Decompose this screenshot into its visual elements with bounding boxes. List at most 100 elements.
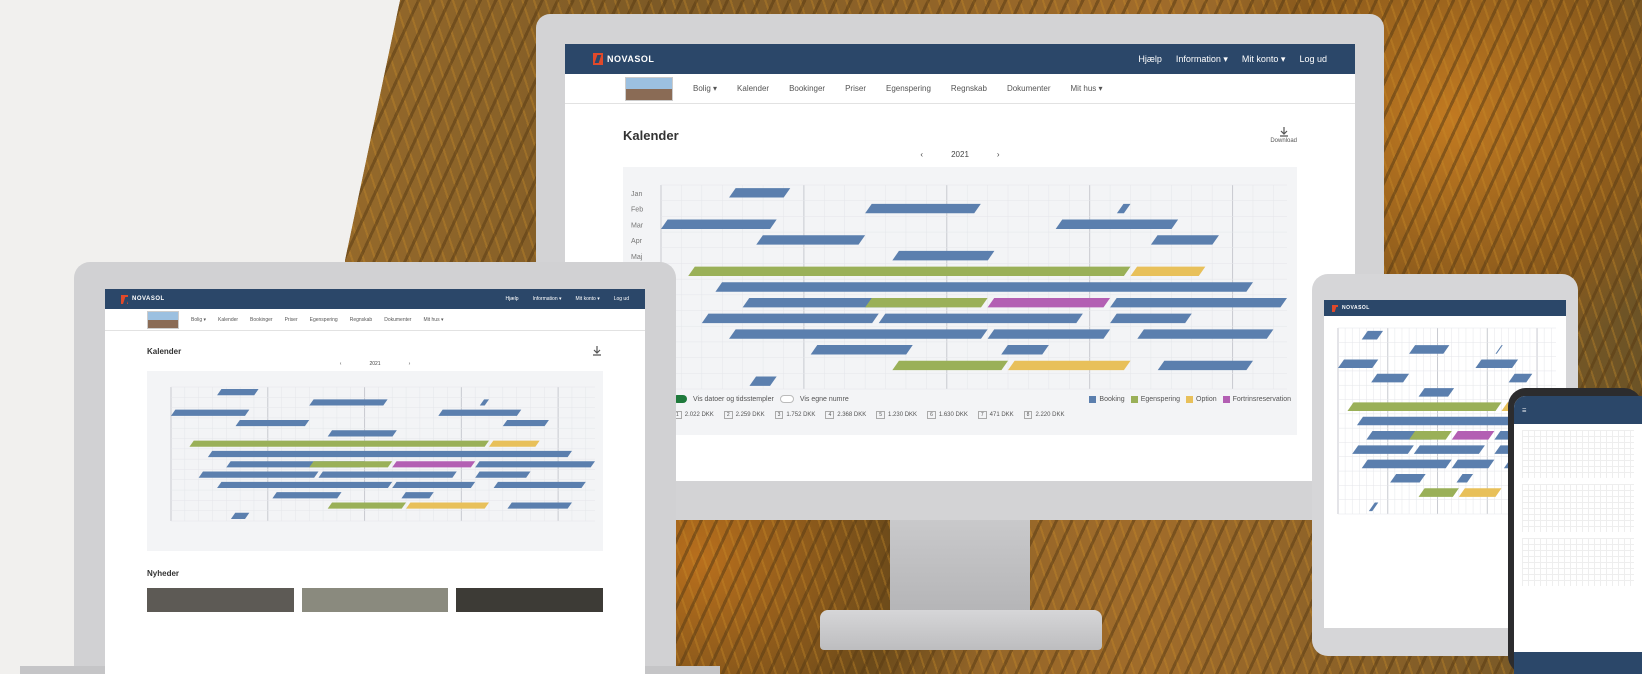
account-menu[interactable]: Mit konto ▾: [576, 296, 600, 302]
booking-bar-booking[interactable]: [318, 471, 457, 478]
booking-bar-booking[interactable]: [392, 481, 476, 489]
prev-year-button[interactable]: ‹: [340, 361, 342, 367]
nav-egenspering[interactable]: Egenspering: [310, 317, 338, 323]
logout-link[interactable]: Log ud: [614, 296, 629, 302]
news-image[interactable]: [147, 588, 294, 612]
tablet-brand-logo[interactable]: NOVASOL: [1332, 304, 1370, 312]
booking-bar-booking[interactable]: [749, 376, 777, 386]
brand-logo[interactable]: NOVASOL: [593, 53, 654, 65]
booking-bar-booking[interactable]: [230, 512, 250, 519]
booking-bar-booking[interactable]: [1001, 345, 1049, 355]
help-link[interactable]: Hjælp: [506, 296, 519, 302]
booking-bar-booking[interactable]: [327, 430, 397, 437]
next-year-button[interactable]: ›: [997, 150, 1000, 159]
booking-bar-booking[interactable]: [715, 282, 1253, 292]
nav-mit-hus[interactable]: Mit hus ▾: [423, 317, 443, 323]
nav-bookinger[interactable]: Bookinger: [789, 84, 825, 93]
booking-bar-option[interactable]: [1130, 266, 1206, 277]
booking-bar-egen[interactable]: [892, 360, 1009, 371]
booking-bar-booking[interactable]: [661, 219, 777, 229]
nav-dokumenter[interactable]: Dokumenter: [1007, 84, 1051, 93]
booking-bar-booking[interactable]: [1390, 473, 1426, 483]
booking-bar-booking[interactable]: [401, 492, 434, 499]
booking-bar-fortrin[interactable]: [392, 461, 476, 468]
booking-bar-egen[interactable]: [309, 461, 393, 468]
booking-bar-booking[interactable]: [217, 389, 259, 396]
booking-bar-fortrin[interactable]: [987, 297, 1111, 308]
booking-bar-booking[interactable]: [1409, 345, 1450, 354]
booking-bar-booking[interactable]: [207, 450, 572, 458]
booking-bar-booking[interactable]: [272, 492, 342, 499]
booking-bar-option[interactable]: [489, 440, 540, 447]
booking-bar-booking[interactable]: [878, 313, 1083, 324]
information-menu[interactable]: Information ▾: [1176, 54, 1228, 65]
booking-bar-egen[interactable]: [327, 502, 407, 509]
booking-bar-booking[interactable]: [438, 409, 522, 416]
booking-bar-booking[interactable]: [198, 471, 319, 478]
booking-bar-booking[interactable]: [235, 419, 310, 427]
download-button[interactable]: Download: [1270, 126, 1297, 144]
booking-bar-booking[interactable]: [1371, 373, 1410, 383]
booking-bar-egen[interactable]: [1347, 402, 1502, 411]
booking-bar-option[interactable]: [1008, 360, 1131, 371]
booking-bar-booking[interactable]: [1110, 297, 1287, 308]
property-selector[interactable]: Bolig ▾: [693, 84, 717, 93]
booking-bar-egen[interactable]: [189, 440, 489, 447]
nav-dokumenter[interactable]: Dokumenter: [384, 317, 411, 323]
booking-bar-booking[interactable]: [1475, 359, 1519, 369]
booking-bar-booking[interactable]: [1110, 313, 1192, 324]
booking-bar-booking[interactable]: [479, 399, 489, 406]
nav-regnskab[interactable]: Regnskab: [951, 84, 987, 93]
booking-bar-booking[interactable]: [701, 313, 879, 324]
booking-bar-booking[interactable]: [493, 481, 586, 489]
booking-bar-booking[interactable]: [892, 250, 995, 261]
download-button[interactable]: [591, 345, 603, 357]
booking-bar-egen[interactable]: [1418, 488, 1459, 497]
booking-bar-booking[interactable]: [475, 471, 531, 478]
booking-bar-booking[interactable]: [1451, 459, 1495, 469]
booking-bar-booking[interactable]: [729, 188, 791, 198]
booking-bar-booking[interactable]: [1338, 359, 1379, 369]
booking-bar-option[interactable]: [406, 502, 489, 509]
account-menu[interactable]: Mit konto ▾: [1242, 54, 1286, 65]
booking-bar-booking[interactable]: [987, 329, 1111, 339]
booking-bar-fortrin[interactable]: [1451, 431, 1495, 440]
news-image[interactable]: [456, 588, 604, 612]
booking-bar-booking[interactable]: [1150, 235, 1219, 245]
booking-bar-booking[interactable]: [1418, 388, 1455, 397]
booking-bar-booking[interactable]: [865, 203, 981, 214]
booking-bar-booking[interactable]: [1352, 445, 1414, 454]
booking-bar-egen[interactable]: [688, 266, 1131, 277]
information-menu[interactable]: Information ▾: [533, 296, 562, 302]
booking-bar-booking[interactable]: [475, 461, 595, 468]
booking-bar-booking[interactable]: [1137, 329, 1274, 339]
booking-bar-booking[interactable]: [309, 399, 388, 406]
nav-regnskab[interactable]: Regnskab: [350, 317, 373, 323]
nav-kalender[interactable]: Kalender: [737, 84, 769, 93]
booking-bar-booking[interactable]: [1361, 330, 1384, 340]
booking-bar-booking[interactable]: [810, 345, 913, 355]
booking-bar-booking[interactable]: [1508, 373, 1533, 383]
booking-bar-booking[interactable]: [756, 235, 866, 245]
show-numbers-toggle[interactable]: [779, 395, 794, 403]
nav-priser[interactable]: Priser: [285, 317, 298, 323]
nav-bookinger[interactable]: Bookinger: [250, 317, 273, 323]
booking-bar-booking[interactable]: [729, 329, 988, 339]
booking-bar-egen[interactable]: [865, 297, 988, 308]
booking-bar-egen[interactable]: [1409, 431, 1452, 440]
booking-bar-booking[interactable]: [1055, 219, 1179, 229]
booking-bar-booking[interactable]: [1116, 203, 1131, 214]
booking-bar-booking[interactable]: [502, 419, 549, 427]
news-image[interactable]: [301, 588, 449, 612]
booking-bar-booking[interactable]: [1157, 360, 1253, 371]
prev-year-button[interactable]: ‹: [920, 150, 923, 159]
nav-mit-hus[interactable]: Mit hus ▾: [1071, 84, 1103, 93]
booking-bar-booking[interactable]: [171, 409, 250, 416]
logout-link[interactable]: Log ud: [1299, 54, 1327, 65]
booking-bar-option[interactable]: [1458, 488, 1502, 497]
laptop-brand-logo[interactable]: NOVASOL: [121, 294, 165, 304]
next-year-button[interactable]: ›: [409, 361, 411, 367]
booking-bar-booking[interactable]: [1361, 459, 1452, 469]
nav-kalender[interactable]: Kalender: [218, 317, 238, 323]
help-link[interactable]: Hjælp: [1138, 54, 1162, 65]
